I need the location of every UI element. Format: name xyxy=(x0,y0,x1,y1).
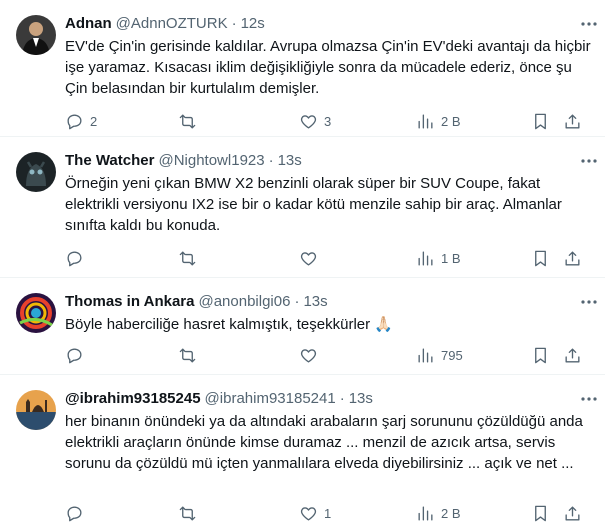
timestamp[interactable]: 12s xyxy=(241,14,265,34)
author-handle[interactable]: @ibrahim93185241 xyxy=(205,389,336,409)
share-button[interactable] xyxy=(563,112,582,131)
views-button[interactable]: 795 xyxy=(416,346,463,365)
views-chart-icon xyxy=(418,347,433,363)
views-button[interactable]: 1 B xyxy=(416,249,461,268)
retweet-button[interactable] xyxy=(178,249,203,268)
retweet-button[interactable] xyxy=(178,346,203,365)
separator-dot: · xyxy=(231,15,237,32)
reply-icon xyxy=(67,250,82,266)
more-dots-icon[interactable] xyxy=(579,389,599,409)
avatar[interactable] xyxy=(16,293,56,333)
heart-icon xyxy=(300,506,317,521)
author-name[interactable]: @ibrahim93185245 xyxy=(65,389,201,409)
views-count: 1 B xyxy=(441,250,461,266)
share-button[interactable] xyxy=(563,249,582,268)
share-button[interactable] xyxy=(563,504,582,523)
retweet-icon xyxy=(179,347,196,363)
reply-count: 2 xyxy=(90,113,98,129)
tweet-text: EV'de Çin'in gerisinde kaldılar. Avrupa … xyxy=(65,38,591,97)
reply-button[interactable] xyxy=(65,346,90,365)
more-dots-icon[interactable] xyxy=(579,14,599,34)
reply-icon xyxy=(67,505,82,521)
author-handle[interactable]: @AdnnOZTURK xyxy=(116,14,228,34)
reply-button[interactable]: 2 xyxy=(65,112,97,131)
bookmark-button[interactable] xyxy=(531,346,550,365)
like-button[interactable] xyxy=(299,249,324,268)
share-icon xyxy=(565,347,580,363)
timestamp[interactable]: 13s xyxy=(349,389,373,409)
retweet-icon xyxy=(179,113,196,129)
tweet-adnan[interactable]: Adnan @AdnnOZTURK · 12s EV'de Çin'in ger… xyxy=(0,0,605,137)
reply-icon xyxy=(67,113,82,129)
views-chart-icon xyxy=(418,505,433,521)
separator-dot: · xyxy=(339,390,345,407)
bookmark-button[interactable] xyxy=(531,112,550,131)
views-count: 2 B xyxy=(441,113,461,129)
timestamp[interactable]: 13s xyxy=(303,292,327,312)
heart-icon xyxy=(300,114,317,129)
author-handle[interactable]: @anonbilgi06 xyxy=(198,292,290,312)
like-count: 3 xyxy=(324,113,332,129)
avatar[interactable] xyxy=(16,152,56,192)
reply-button[interactable] xyxy=(65,249,90,268)
more-dots-icon[interactable] xyxy=(579,292,599,312)
views-chart-icon xyxy=(418,250,433,266)
bookmark-icon xyxy=(535,347,546,363)
views-chart-icon xyxy=(418,113,433,129)
bookmark-icon xyxy=(535,113,546,129)
bookmark-icon xyxy=(535,250,546,266)
retweet-button[interactable] xyxy=(178,112,203,131)
bookmark-icon xyxy=(535,505,546,521)
like-button[interactable]: 1 xyxy=(299,504,331,523)
avatar[interactable] xyxy=(16,15,56,55)
share-icon xyxy=(565,113,580,129)
share-button[interactable] xyxy=(563,346,582,365)
author-name[interactable]: The Watcher xyxy=(65,151,154,171)
views-button[interactable]: 2 B xyxy=(416,504,461,523)
author-name[interactable]: Adnan xyxy=(65,14,112,34)
tweet-text: her binanın önündeki ya da altındaki ara… xyxy=(65,413,583,472)
separator-dot: · xyxy=(268,152,274,169)
views-count: 2 B xyxy=(441,505,461,521)
like-button[interactable] xyxy=(299,346,324,365)
timestamp[interactable]: 13s xyxy=(278,151,302,171)
bookmark-button[interactable] xyxy=(531,504,550,523)
separator-dot: · xyxy=(294,293,300,310)
tweet-text: Böyle haberciliğe hasret kalmıştık, teşe… xyxy=(65,316,393,333)
like-count: 1 xyxy=(324,505,332,521)
tweet-thomas-in-ankara[interactable]: Thomas in Ankara @anonbilgi06 · 13s Böyl… xyxy=(0,278,605,375)
like-button[interactable]: 3 xyxy=(299,112,331,131)
views-count: 795 xyxy=(441,347,463,363)
author-handle[interactable]: @Nightowl1923 xyxy=(158,151,264,171)
tweet-ibrahim[interactable]: @ibrahim93185245 @ibrahim93185241 · 13s … xyxy=(0,375,605,528)
retweet-button[interactable] xyxy=(178,504,203,523)
share-icon xyxy=(565,505,580,521)
retweet-icon xyxy=(179,250,196,266)
author-name[interactable]: Thomas in Ankara xyxy=(65,292,194,312)
avatar[interactable] xyxy=(16,390,56,430)
heart-icon xyxy=(300,348,317,363)
tweet-text: Örneğin yeni çıkan BMW X2 benzinli olara… xyxy=(65,175,562,234)
reply-button[interactable] xyxy=(65,504,90,523)
share-icon xyxy=(565,250,580,266)
bookmark-button[interactable] xyxy=(531,249,550,268)
reply-icon xyxy=(67,347,82,363)
heart-icon xyxy=(300,251,317,266)
tweet-the-watcher[interactable]: The Watcher @Nightowl1923 · 13s Örneğin … xyxy=(0,137,605,278)
more-dots-icon[interactable] xyxy=(579,151,599,171)
retweet-icon xyxy=(179,505,196,521)
views-button[interactable]: 2 B xyxy=(416,112,461,131)
